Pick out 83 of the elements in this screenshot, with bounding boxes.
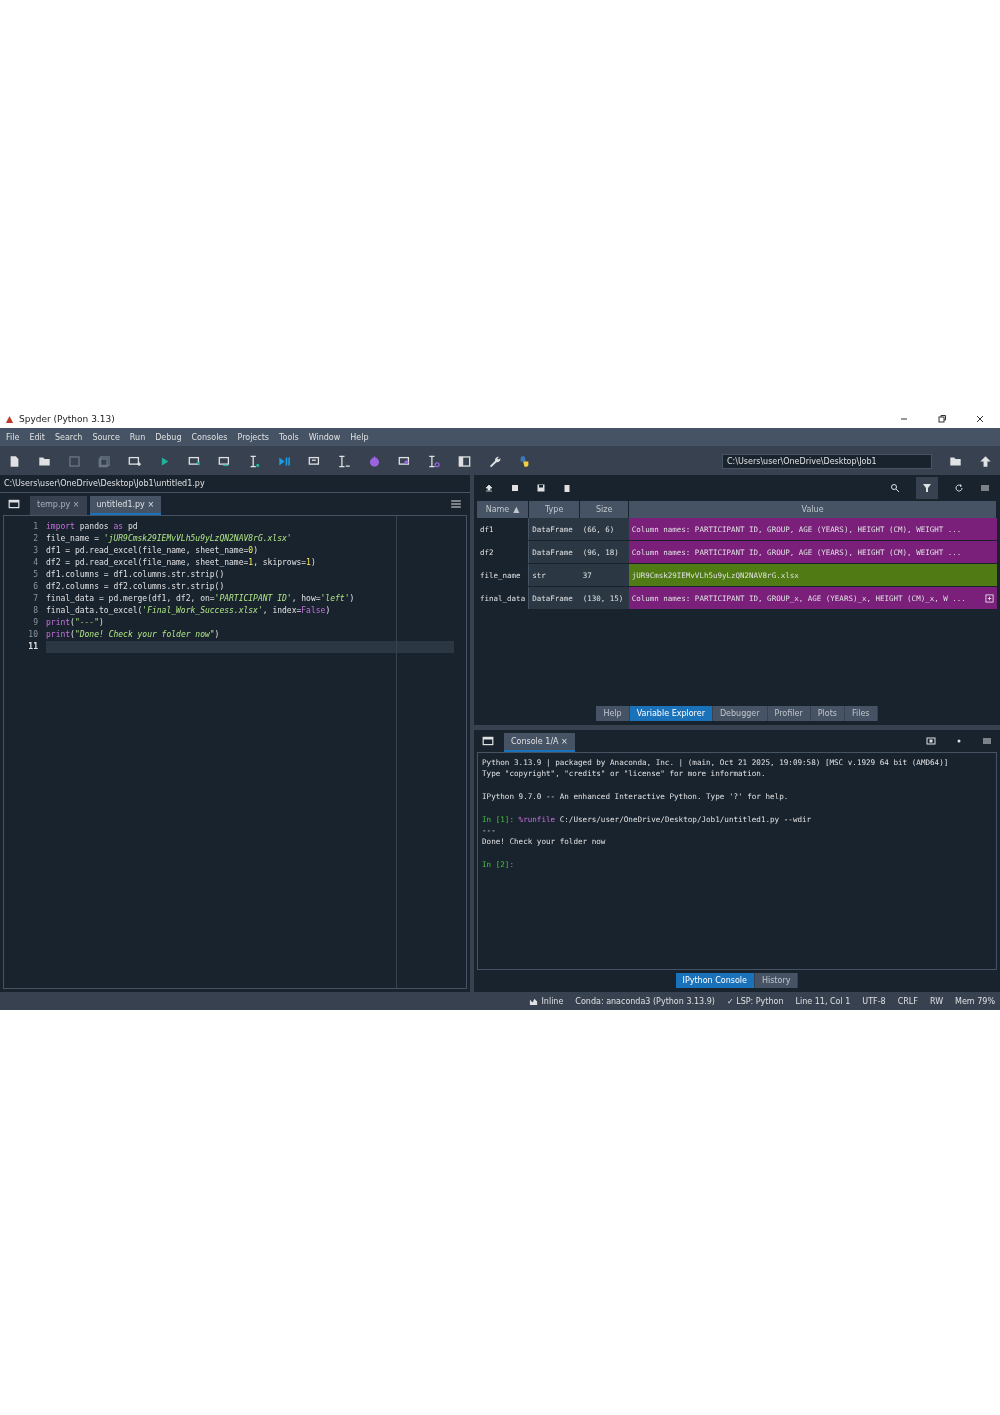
chart-icon xyxy=(529,996,539,1006)
import-icon[interactable] xyxy=(484,483,494,493)
column-header[interactable]: Size xyxy=(595,505,613,514)
menu-item[interactable]: Projects xyxy=(237,432,269,442)
menu-item[interactable]: Run xyxy=(129,432,146,442)
status-item: Line 11, Col 1 xyxy=(795,996,851,1006)
close-icon[interactable] xyxy=(975,414,985,424)
status-item: Inline xyxy=(541,996,564,1006)
menu-item[interactable]: File xyxy=(6,432,20,442)
code-line: df1 = pd.read_excel(file_name, sheet_name=0) xyxy=(46,546,258,555)
code-line: df1.columns = df1.columns.str.strip() xyxy=(46,570,225,579)
restore-icon[interactable] xyxy=(937,414,947,424)
line-number: 6 xyxy=(32,581,38,593)
line-number: 10 xyxy=(27,629,38,641)
line-number: 8 xyxy=(32,605,38,617)
menu-icon[interactable] xyxy=(982,736,992,746)
line-number: 2 xyxy=(32,533,38,545)
code-line: file_name = 'jUR9Cmsk29IEMvVLh5u9yLzQN2NAV8rG.xlsx' xyxy=(46,534,292,543)
text-cursor-icon[interactable] xyxy=(428,454,441,468)
code-line: print("---") xyxy=(46,618,104,627)
sort-indicator[interactable]: ▲ xyxy=(513,505,520,514)
line-number: 11 xyxy=(27,641,38,653)
menu-item[interactable]: Tools xyxy=(279,432,299,442)
stop-icon[interactable] xyxy=(926,736,936,746)
column-header[interactable]: Value xyxy=(801,505,824,514)
file-path: C:\Users\user\OneDrive\Desktop\Job1\untitled1.py xyxy=(4,479,205,488)
line-number: 5 xyxy=(32,569,38,581)
refresh-icon[interactable] xyxy=(954,483,964,493)
menu-item[interactable]: Debug xyxy=(155,432,182,442)
pane-tab[interactable]: Help xyxy=(596,706,630,721)
pane-tab[interactable]: IPython Console xyxy=(675,973,755,988)
expand-icon[interactable] xyxy=(984,593,994,603)
wrench-icon[interactable] xyxy=(488,454,501,468)
text-cursor-icon[interactable] xyxy=(338,454,351,468)
file-tab[interactable]: untitled1.py × xyxy=(89,496,162,515)
code-line: print("Done! Check your folder now") xyxy=(46,630,220,639)
filter-icon[interactable] xyxy=(922,483,932,493)
up-arrow-icon[interactable] xyxy=(979,454,992,468)
menu-item[interactable]: Consoles xyxy=(191,432,228,442)
code-line: df2 = pd.read_excel(file_name, sheet_name=1, skiprows=1) xyxy=(46,558,316,567)
status-item: RW xyxy=(929,996,944,1006)
pane-tab[interactable]: Plots xyxy=(810,706,845,721)
pane-tab[interactable]: History xyxy=(754,973,799,988)
pane-tab[interactable]: Profiler xyxy=(767,706,811,721)
pane-tab[interactable]: Files xyxy=(845,706,878,721)
code-line: import pandos as pd xyxy=(46,522,138,531)
console-tab[interactable]: Console 1/A × xyxy=(504,733,575,752)
line-number: 1 xyxy=(32,521,38,533)
menu-item[interactable]: Window xyxy=(308,432,341,442)
status-item: Mem 79% xyxy=(955,996,995,1006)
code-line: final_data.to_excel('Final_Work_Success.xlsx', index=False) xyxy=(46,606,331,615)
file-tab[interactable]: temp.py × xyxy=(30,496,87,515)
menu-icon[interactable] xyxy=(450,498,462,510)
line-number: 4 xyxy=(32,557,38,569)
window-icon[interactable] xyxy=(308,454,321,468)
menu-icon[interactable] xyxy=(980,483,990,493)
window-icon[interactable] xyxy=(482,735,494,747)
code-line: df2.columns = df2.columns.str.strip() xyxy=(46,582,225,591)
menu-item[interactable]: Edit xyxy=(29,432,45,442)
panel-icon[interactable] xyxy=(458,454,471,468)
file-icon[interactable] xyxy=(8,454,21,468)
logo-icon[interactable] xyxy=(518,454,531,468)
text-cursor-icon[interactable] xyxy=(248,454,261,468)
code-line: final_data = pd.merge(df1, df2, on='PARTICIPANT ID', how='left') xyxy=(46,594,355,603)
pane-tab[interactable]: Variable Explorer xyxy=(629,706,713,721)
console-output[interactable] xyxy=(477,752,997,970)
menu-item[interactable]: Source xyxy=(92,432,120,442)
search-icon[interactable] xyxy=(890,483,900,493)
column-header[interactable]: Name xyxy=(485,505,510,514)
status-item: CRLF xyxy=(897,996,918,1006)
window-title: Spyder (Python 3.13) xyxy=(19,414,115,424)
pane-tab[interactable]: Debugger xyxy=(712,706,768,721)
line-number: 9 xyxy=(32,617,38,629)
menu-item[interactable]: Help xyxy=(350,432,369,442)
working-directory-field[interactable]: C:\Users\user\OneDrive\Desktop\Job1 xyxy=(722,453,932,469)
app-logo-icon xyxy=(5,414,14,424)
status-item: UTF-8 xyxy=(862,996,886,1006)
status-item: ✓ LSP: Python xyxy=(726,996,784,1006)
status-item: Conda: anaconda3 (Python 3.13.9) xyxy=(575,996,715,1006)
line-number: 7 xyxy=(32,593,38,605)
window-icon[interactable] xyxy=(8,498,20,510)
menu-item[interactable]: Search xyxy=(54,432,83,442)
line-number: 3 xyxy=(32,545,38,557)
